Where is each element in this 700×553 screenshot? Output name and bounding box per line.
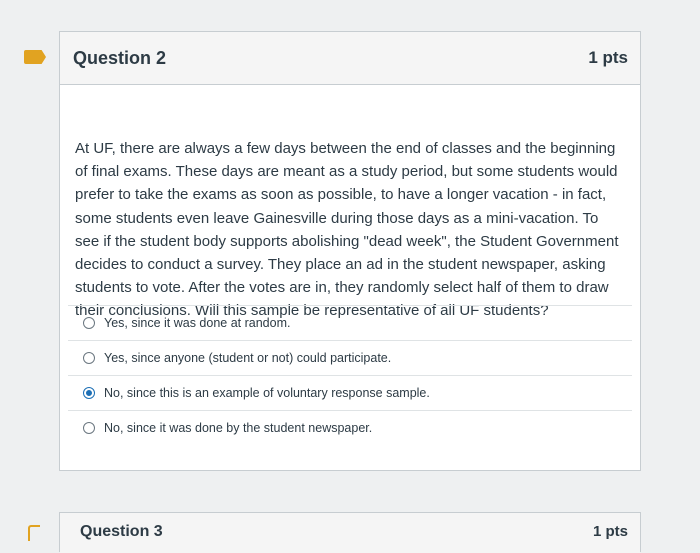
radio-button[interactable]	[83, 422, 95, 434]
answer-label[interactable]: Yes, since anyone (student or not) could…	[104, 351, 391, 365]
answer-label[interactable]: No, since this is an example of voluntar…	[104, 386, 430, 400]
next-question-header: Question 3 1 pts	[60, 513, 640, 553]
next-question-card: Question 3 1 pts	[59, 512, 641, 553]
answer-option-selected[interactable]: No, since this is an example of voluntar…	[68, 375, 632, 410]
radio-button[interactable]	[83, 352, 95, 364]
next-question-points: 1 pts	[592, 523, 628, 540]
next-question-title: Question 3	[80, 523, 163, 540]
answer-label[interactable]: No, since it was done by the student new…	[104, 421, 372, 435]
answer-label[interactable]: Yes, since it was done at random.	[104, 316, 290, 330]
answer-option[interactable]: No, since it was done by the student new…	[68, 410, 632, 445]
question-card: Question 2 1 pts At UF, there are always…	[59, 31, 641, 471]
question-flag-icon[interactable]	[28, 525, 40, 541]
question-header: Question 2 1 pts	[60, 32, 640, 85]
question-text: At UF, there are always a few days betwe…	[75, 140, 619, 320]
answer-option[interactable]: Yes, since anyone (student or not) could…	[68, 340, 632, 375]
answer-option[interactable]: Yes, since it was done at random.	[68, 305, 632, 340]
question-flag-icon[interactable]	[24, 50, 46, 64]
question-title: Question 2	[73, 47, 167, 68]
answer-list: Yes, since it was done at random. Yes, s…	[68, 305, 632, 445]
radio-button[interactable]	[83, 317, 95, 329]
radio-button-selected[interactable]	[83, 387, 95, 399]
question-points: 1 pts	[588, 48, 628, 67]
